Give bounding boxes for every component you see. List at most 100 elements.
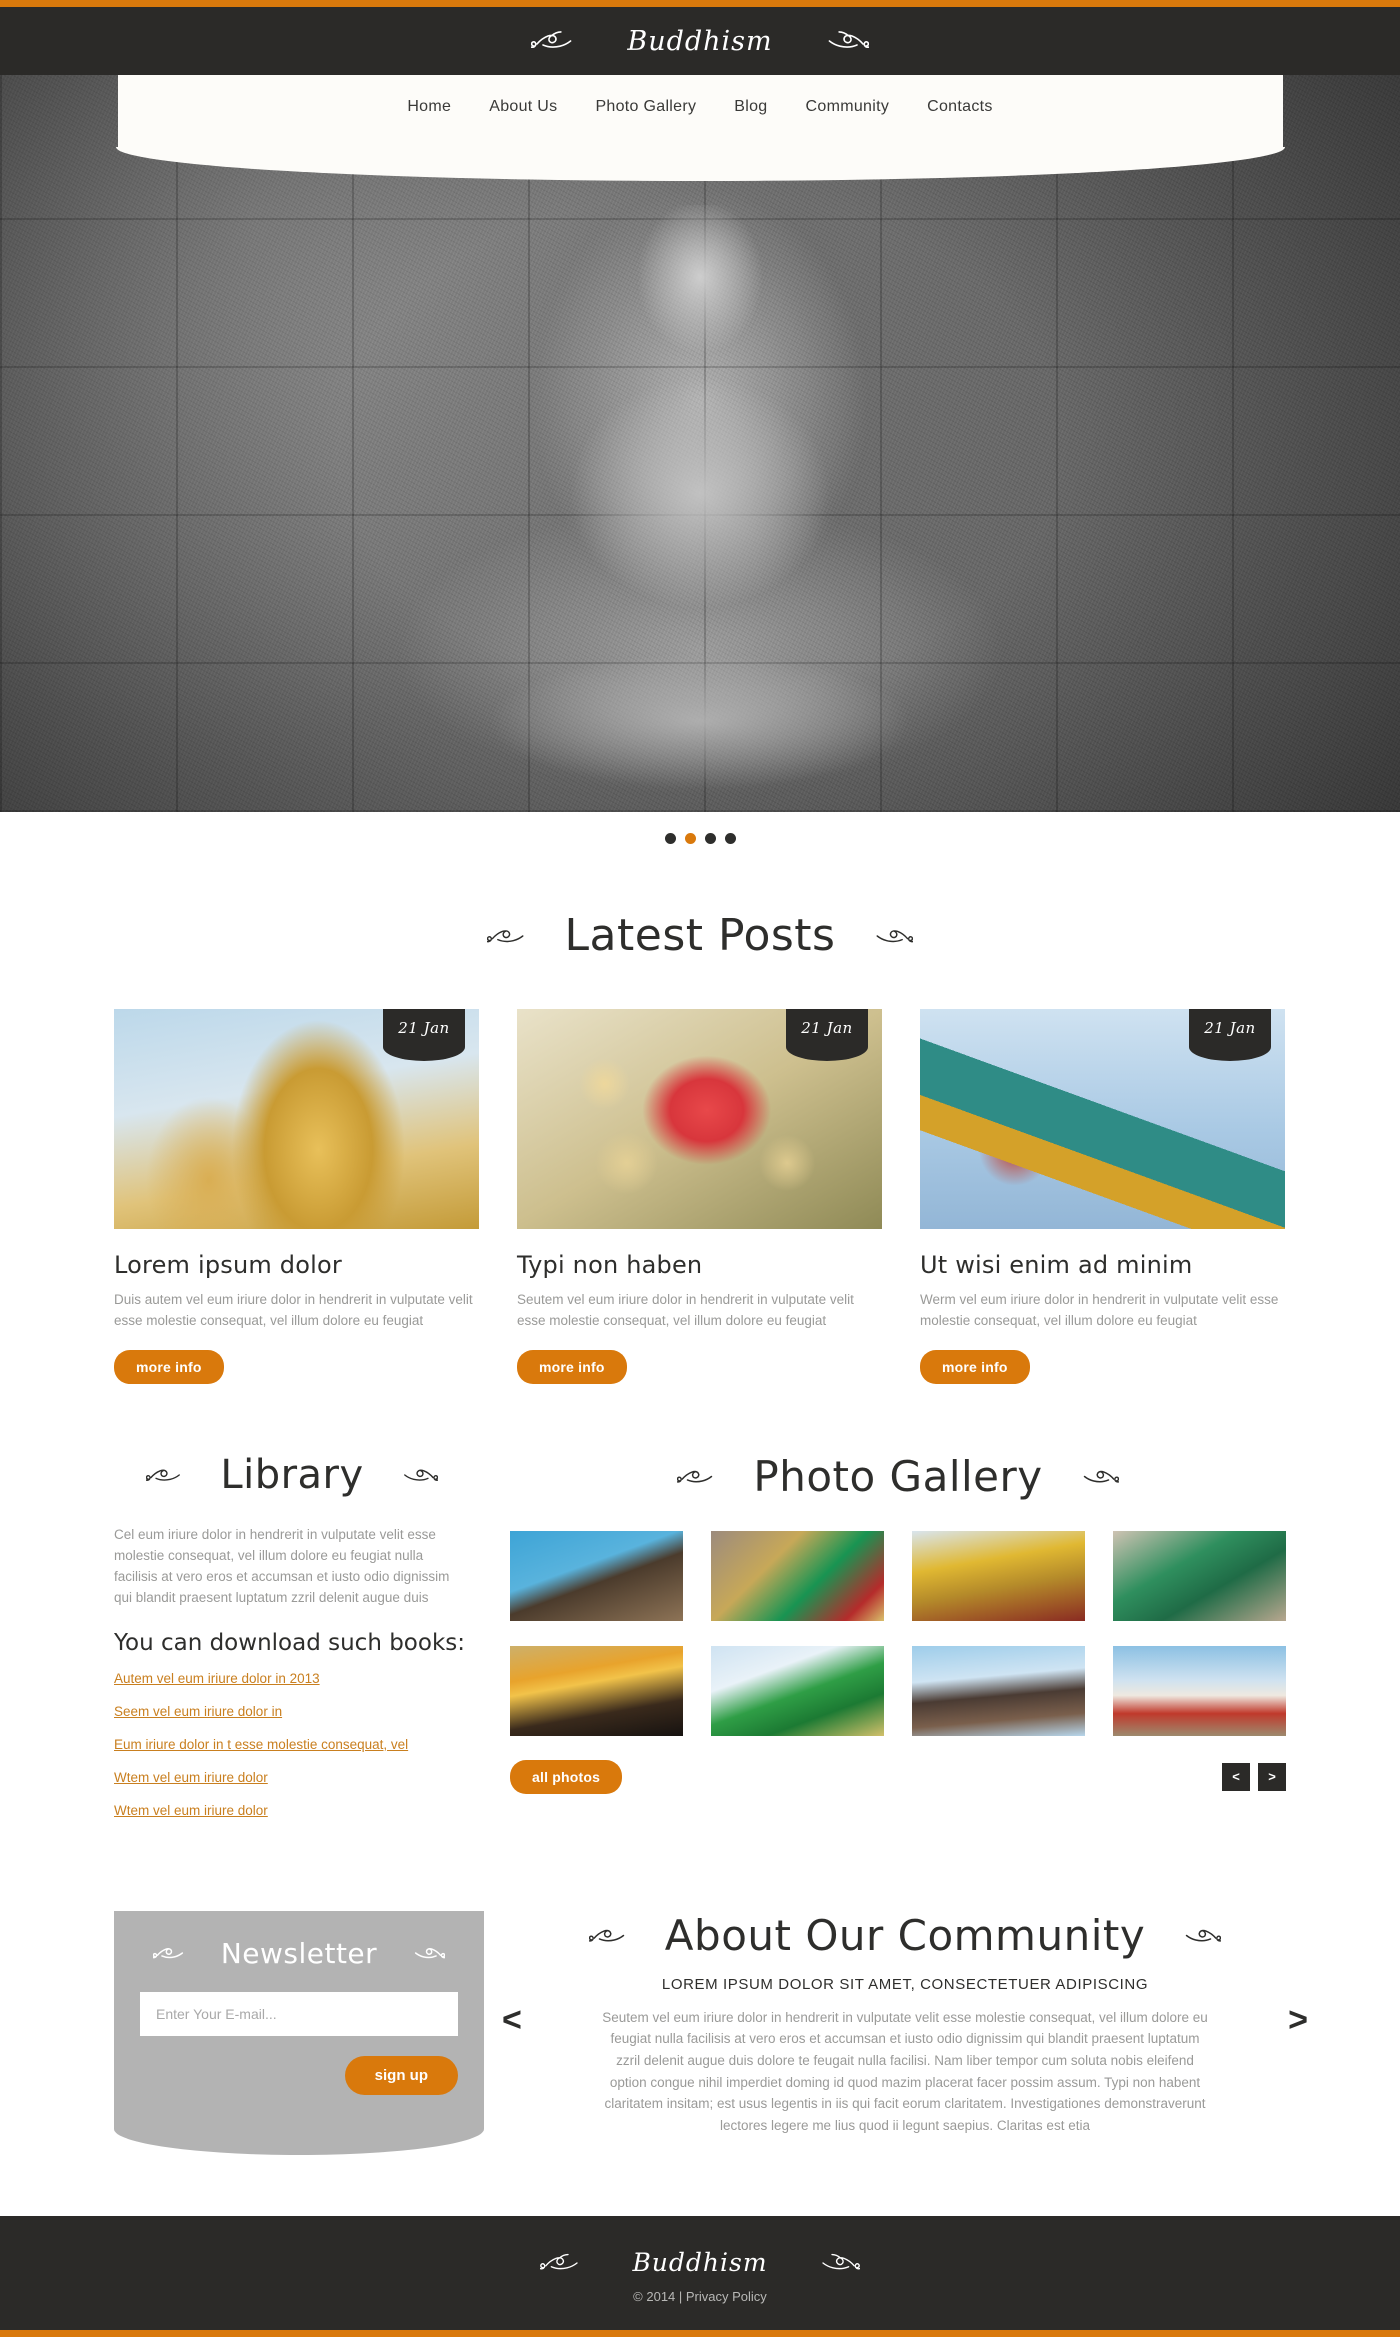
nav-item-blog[interactable]: Blog (734, 98, 767, 116)
gallery-thumb-3[interactable] (912, 1530, 1085, 1621)
list-item: Eum iriure dolor in t esse molestie cons… (114, 1736, 470, 1754)
hero-slider (0, 75, 1400, 812)
newsletter-community-row: Newsletter sign up < > (114, 1910, 1308, 2155)
posts-grid: 21 Jan Lorem ipsum dolor Duis autem vel … (114, 1009, 1286, 1384)
top-accent-stripe (0, 0, 1400, 7)
post-title[interactable]: Ut wisi enim ad minim (920, 1251, 1285, 1279)
community-prev-button[interactable]: < (502, 2003, 522, 2037)
more-info-button[interactable]: more info (114, 1349, 224, 1384)
gallery-thumb-8[interactable] (1113, 1645, 1286, 1736)
bottom-accent-stripe (0, 2330, 1400, 2337)
post-date-badge: 21 Jan (383, 1009, 465, 1061)
gallery-grid (510, 1530, 1286, 1736)
gallery-title-row: Photo Gallery (510, 1452, 1286, 1501)
flourish-right-icon (1065, 1464, 1119, 1489)
main-nav-plate: Home About Us Photo Gallery Blog Communi… (117, 68, 1283, 148)
hero-slider-dots (0, 812, 1400, 864)
gallery-next-button[interactable]: > (1258, 1762, 1286, 1791)
page-root: Buddhism Home About Us Photo Gallery Blo… (0, 0, 1400, 2337)
library-title-row: Library (114, 1452, 470, 1498)
book-link[interactable]: Wtem vel eum iriure dolor (114, 1770, 268, 1785)
flourish-right-icon (386, 1463, 438, 1487)
newsletter-submit-row: sign up (140, 2055, 458, 2095)
nav-item-photo-gallery[interactable]: Photo Gallery (595, 98, 696, 116)
latest-posts-section: Latest Posts 21 Jan Lorem ipsum dolor Du… (0, 864, 1400, 1384)
footer-brand-name: Buddhism (632, 2248, 768, 2278)
more-info-button[interactable]: more info (517, 1349, 627, 1384)
post-excerpt: Duis autem vel eum iriure dolor in hendr… (114, 1292, 473, 1329)
site-header: Buddhism (0, 7, 1400, 75)
all-photos-button[interactable]: all photos (510, 1759, 623, 1794)
newsletter-email-input[interactable] (140, 1991, 458, 2036)
community-subtitle: LOREM IPSUM DOLOR SIT AMET, CONSECTETUER… (661, 1975, 1149, 1993)
gallery-thumb-6[interactable] (711, 1645, 884, 1736)
slider-dot-2[interactable] (684, 832, 696, 844)
book-link[interactable]: Seem vel eum iriure dolor in (114, 1704, 282, 1719)
post-title[interactable]: Lorem ipsum dolor (114, 1251, 479, 1279)
main-nav-wrapper: Home About Us Photo Gallery Blog Communi… (0, 68, 1400, 148)
gallery-title: Photo Gallery (753, 1451, 1043, 1501)
post-thumbnail[interactable]: 21 Jan (517, 1009, 882, 1229)
book-list: Autem vel eum iriure dolor in 2013 Seem … (114, 1670, 470, 1820)
book-link[interactable]: Autem vel eum iriure dolor in 2013 (114, 1671, 320, 1686)
flourish-right-icon (807, 27, 869, 55)
post-title[interactable]: Typi non haben (517, 1251, 882, 1279)
nav-item-home[interactable]: Home (407, 98, 451, 116)
community-section: < > About Our Community LOREM IPSUM DOLO… (502, 1910, 1308, 2137)
gallery-thumb-4[interactable] (1113, 1530, 1286, 1621)
nav-item-contacts[interactable]: Contacts (927, 98, 993, 116)
flourish-left-icon (588, 1923, 643, 1948)
library-gallery-row: Library Cel eum iriure dolor in hendreri… (114, 1452, 1286, 1835)
flourish-left-icon (146, 1463, 198, 1487)
brand-logo[interactable]: Buddhism (531, 25, 869, 57)
flourish-left-icon (486, 923, 543, 949)
brand-name: Buddhism (627, 25, 773, 57)
flourish-left-icon (540, 2250, 598, 2276)
gallery-footer: all photos < > (510, 1759, 1286, 1794)
footer-brand-logo[interactable]: Buddhism (0, 2248, 1400, 2277)
page-title: Latest Posts (564, 910, 836, 961)
post-thumbnail[interactable]: 21 Jan (114, 1009, 479, 1229)
list-item: Wtem vel eum iriure dolor (114, 1802, 470, 1820)
gallery-prev-button[interactable]: < (1222, 1762, 1250, 1791)
photo-gallery-section: Photo Gallery all photos < > (510, 1452, 1286, 1794)
main-nav: Home About Us Photo Gallery Blog Communi… (407, 98, 992, 116)
slider-dot-1[interactable] (664, 832, 676, 844)
post-card: 21 Jan Ut wisi enim ad minim Werm vel eu… (920, 1009, 1285, 1384)
gallery-thumb-1[interactable] (510, 1530, 683, 1621)
community-body-text: Seutem vel eum iriure dolor in hendrerit… (602, 2009, 1208, 2133)
post-thumbnail[interactable]: 21 Jan (920, 1009, 1285, 1229)
gallery-arrows: < > (1222, 1762, 1286, 1791)
more-info-button[interactable]: more info (920, 1349, 1030, 1384)
newsletter-title: Newsletter (220, 1936, 378, 1970)
privacy-policy-link[interactable]: Privacy Policy (686, 2289, 767, 2304)
gallery-thumb-2[interactable] (711, 1530, 884, 1621)
nav-item-about-us[interactable]: About Us (489, 98, 557, 116)
latest-posts-title-row: Latest Posts (0, 910, 1400, 961)
flourish-right-icon (802, 2250, 860, 2276)
flourish-right-icon (399, 1942, 446, 1964)
gallery-thumb-5[interactable] (510, 1645, 683, 1736)
slider-dot-4[interactable] (724, 832, 736, 844)
list-item: Seem vel eum iriure dolor in (114, 1703, 470, 1721)
gallery-thumb-7[interactable] (912, 1645, 1085, 1736)
nav-item-community[interactable]: Community (806, 98, 890, 116)
newsletter-title-row: Newsletter (140, 1937, 458, 1970)
book-link[interactable]: Eum iriure dolor in t esse molestie cons… (114, 1737, 408, 1752)
book-link[interactable]: Wtem vel eum iriure dolor (114, 1803, 268, 1818)
list-item: Autem vel eum iriure dolor in 2013 (114, 1670, 470, 1688)
post-card: 21 Jan Lorem ipsum dolor Duis autem vel … (114, 1009, 479, 1384)
hero-vignette (0, 75, 1400, 812)
post-excerpt: Werm vel eum iriure dolor in hendrerit i… (920, 1292, 1279, 1329)
flourish-left-icon (531, 27, 593, 55)
list-item: Wtem vel eum iriure dolor (114, 1769, 470, 1787)
sign-up-button[interactable]: sign up (344, 2055, 458, 2095)
community-next-button[interactable]: > (1288, 2003, 1308, 2037)
slider-dot-3[interactable] (704, 832, 716, 844)
flourish-right-icon (857, 923, 914, 949)
flourish-left-icon (152, 1942, 199, 1964)
community-title: About Our Community (664, 1910, 1146, 1960)
site-footer: Buddhism © 2014 | Privacy Policy (0, 2216, 1400, 2331)
post-card: 21 Jan Typi non haben Seutem vel eum iri… (517, 1009, 882, 1384)
library-intro-text: Cel eum iriure dolor in hendrerit in vul… (114, 1526, 450, 1605)
